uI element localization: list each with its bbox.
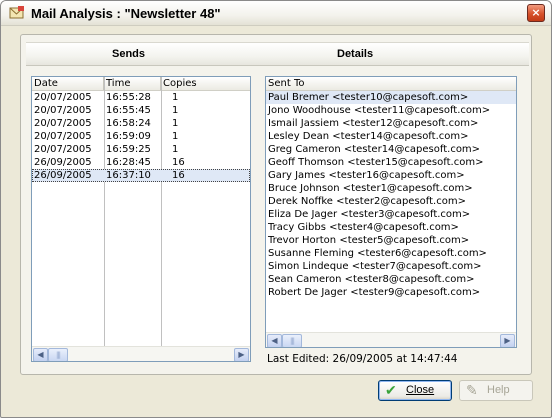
help-button-label: Help xyxy=(487,384,510,396)
recipient-label: Derek Noffke <tester2@capesoft.com> xyxy=(268,196,466,207)
list-item[interactable]: Jono Woodhouse <tester11@capesoft.com> xyxy=(266,104,516,117)
copies-cell: 1 xyxy=(172,131,179,142)
list-item[interactable]: Paul Bremer <tester10@capesoft.com> xyxy=(266,91,516,104)
arrow-right-icon: ▶ xyxy=(238,350,245,359)
list-item[interactable]: Simon Lindeque <tester7@capesoft.com> xyxy=(266,260,516,273)
list-item[interactable]: Eliza De Jager <tester3@capesoft.com> xyxy=(266,208,516,221)
pane-header-bar: Sends Details xyxy=(26,42,529,66)
mail-app-icon xyxy=(9,6,24,19)
close-icon: × xyxy=(531,6,541,19)
recipient-label: Geoff Thomson <tester15@capesoft.com> xyxy=(268,157,484,168)
column-copies[interactable]: Copies xyxy=(161,77,250,90)
list-item[interactable]: Lesley Dean <tester14@capesoft.com> xyxy=(266,130,516,143)
details-heading: Details xyxy=(337,48,374,60)
close-window-button[interactable]: × xyxy=(527,4,545,22)
list-item[interactable]: Geoff Thomson <tester15@capesoft.com> xyxy=(266,156,516,169)
list-item[interactable]: Trevor Horton <tester5@capesoft.com> xyxy=(266,234,516,247)
recipient-label: Robert De Jager <tester9@capesoft.com> xyxy=(268,287,481,298)
list-item[interactable]: Bruce Johnson <tester1@capesoft.com> xyxy=(266,182,516,195)
grip-icon: ||| xyxy=(55,351,61,359)
date-cell: 20/07/2005 xyxy=(34,118,92,129)
arrow-left-icon: ◀ xyxy=(37,350,44,359)
scroll-thumb[interactable]: ||| xyxy=(48,348,68,361)
last-edited-label: Last Edited: 26/09/2005 at 14:47:44 xyxy=(267,353,458,365)
arrow-right-icon: ▶ xyxy=(504,336,511,345)
scroll-left-button[interactable]: ◀ xyxy=(33,348,48,361)
close-button-label: Close xyxy=(406,384,435,396)
column-date[interactable]: Date xyxy=(32,77,104,90)
details-horizontal-scrollbar[interactable]: ◀ ||| ▶ xyxy=(266,332,516,347)
grip-icon: ||| xyxy=(289,337,295,345)
column-sent-to[interactable]: Sent To xyxy=(266,77,516,90)
copies-cell: 1 xyxy=(172,118,179,129)
recipient-label: Bruce Johnson <tester1@capesoft.com> xyxy=(268,183,473,194)
list-item[interactable]: Robert De Jager <tester9@capesoft.com> xyxy=(266,286,516,299)
title-bar[interactable]: Mail Analysis : "Newsletter 48" × xyxy=(1,1,551,26)
scroll-left-button[interactable]: ◀ xyxy=(267,334,282,347)
date-cell: 26/09/2005 xyxy=(34,157,92,168)
recipient-label: Gary James <tester16@capesoft.com> xyxy=(268,170,465,181)
details-list-header: Sent To xyxy=(266,77,516,91)
date-cell: 20/07/2005 xyxy=(34,144,92,155)
scroll-right-button[interactable]: ▶ xyxy=(500,334,515,347)
date-cell: 20/07/2005 xyxy=(34,131,92,142)
recipient-label: Trevor Horton <tester5@capesoft.com> xyxy=(268,235,470,246)
date-cell: 20/07/2005 xyxy=(34,105,92,116)
time-cell: 16:37:10 xyxy=(106,170,151,181)
time-cell: 16:55:28 xyxy=(106,92,151,103)
date-cell: 20/07/2005 xyxy=(34,92,92,103)
arrow-left-icon: ◀ xyxy=(271,336,278,345)
list-item[interactable]: Greg Cameron <tester14@capesoft.com> xyxy=(266,143,516,156)
list-item[interactable]: Gary James <tester16@capesoft.com> xyxy=(266,169,516,182)
list-item[interactable]: Ismail Jassiem <tester12@capesoft.com> xyxy=(266,117,516,130)
time-cell: 16:55:45 xyxy=(106,105,151,116)
table-row[interactable]: 20/07/2005 16:55:28 1 xyxy=(32,91,250,104)
sends-list-header: Date Time Copies xyxy=(32,77,250,91)
list-item[interactable]: Sean Cameron <tester8@capesoft.com> xyxy=(266,273,516,286)
scroll-thumb[interactable]: ||| xyxy=(282,334,302,347)
recipient-label: Ismail Jassiem <tester12@capesoft.com> xyxy=(268,118,479,129)
copies-cell: 16 xyxy=(172,170,185,181)
time-cell: 16:28:45 xyxy=(106,157,151,168)
recipient-label: Jono Woodhouse <tester11@capesoft.com> xyxy=(268,105,491,116)
recipient-label: Greg Cameron <tester14@capesoft.com> xyxy=(268,144,481,155)
recipient-label: Eliza De Jager <tester3@capesoft.com> xyxy=(268,209,471,220)
close-button[interactable]: ✔ Close xyxy=(378,380,452,401)
list-item[interactable]: Tracy Gibbs <tester4@capesoft.com> xyxy=(266,221,516,234)
recipient-label: Simon Lindeque <tester7@capesoft.com> xyxy=(268,261,482,272)
scroll-right-button[interactable]: ▶ xyxy=(234,348,249,361)
table-row[interactable]: 20/07/2005 16:58:24 1 xyxy=(32,117,250,130)
copies-cell: 1 xyxy=(172,105,179,116)
help-button[interactable]: ✎ Help xyxy=(459,380,533,401)
table-row[interactable]: 26/09/2005 16:37:10 16 xyxy=(32,169,250,182)
copies-cell: 1 xyxy=(172,144,179,155)
copies-cell: 16 xyxy=(172,157,185,168)
list-item[interactable]: Derek Noffke <tester2@capesoft.com> xyxy=(266,195,516,208)
time-cell: 16:59:09 xyxy=(106,131,151,142)
table-row[interactable]: 20/07/2005 16:59:09 1 xyxy=(32,130,250,143)
details-list[interactable]: Sent To Paul Bremer <tester10@capesoft.c… xyxy=(265,76,517,348)
help-icon: ✎ xyxy=(466,382,478,398)
date-cell: 26/09/2005 xyxy=(34,170,92,181)
list-item[interactable]: Susanne Fleming <tester6@capesoft.com> xyxy=(266,247,516,260)
table-row[interactable]: 26/09/2005 16:28:45 16 xyxy=(32,156,250,169)
recipient-label: Sean Cameron <tester8@capesoft.com> xyxy=(268,274,475,285)
recipient-label: Susanne Fleming <tester6@capesoft.com> xyxy=(268,248,487,259)
recipient-label: Paul Bremer <tester10@capesoft.com> xyxy=(268,92,469,103)
mail-analysis-window: Mail Analysis : "Newsletter 48" × Sends … xyxy=(0,0,552,418)
column-time[interactable]: Time xyxy=(104,77,161,90)
sends-horizontal-scrollbar[interactable]: ◀ ||| ▶ xyxy=(32,346,250,361)
recipient-label: Tracy Gibbs <tester4@capesoft.com> xyxy=(268,222,459,233)
sends-heading: Sends xyxy=(112,48,146,60)
sends-list[interactable]: Date Time Copies 20/07/2005 16:55:28 1 20/0… xyxy=(31,76,251,362)
time-cell: 16:59:25 xyxy=(106,144,151,155)
copies-cell: 1 xyxy=(172,92,179,103)
table-row[interactable]: 20/07/2005 16:55:45 1 xyxy=(32,104,250,117)
checkmark-icon: ✔ xyxy=(385,382,397,398)
window-title: Mail Analysis : "Newsletter 48" xyxy=(31,6,221,21)
recipient-label: Lesley Dean <tester14@capesoft.com> xyxy=(268,131,469,142)
time-cell: 16:58:24 xyxy=(106,118,151,129)
table-row[interactable]: 20/07/2005 16:59:25 1 xyxy=(32,143,250,156)
